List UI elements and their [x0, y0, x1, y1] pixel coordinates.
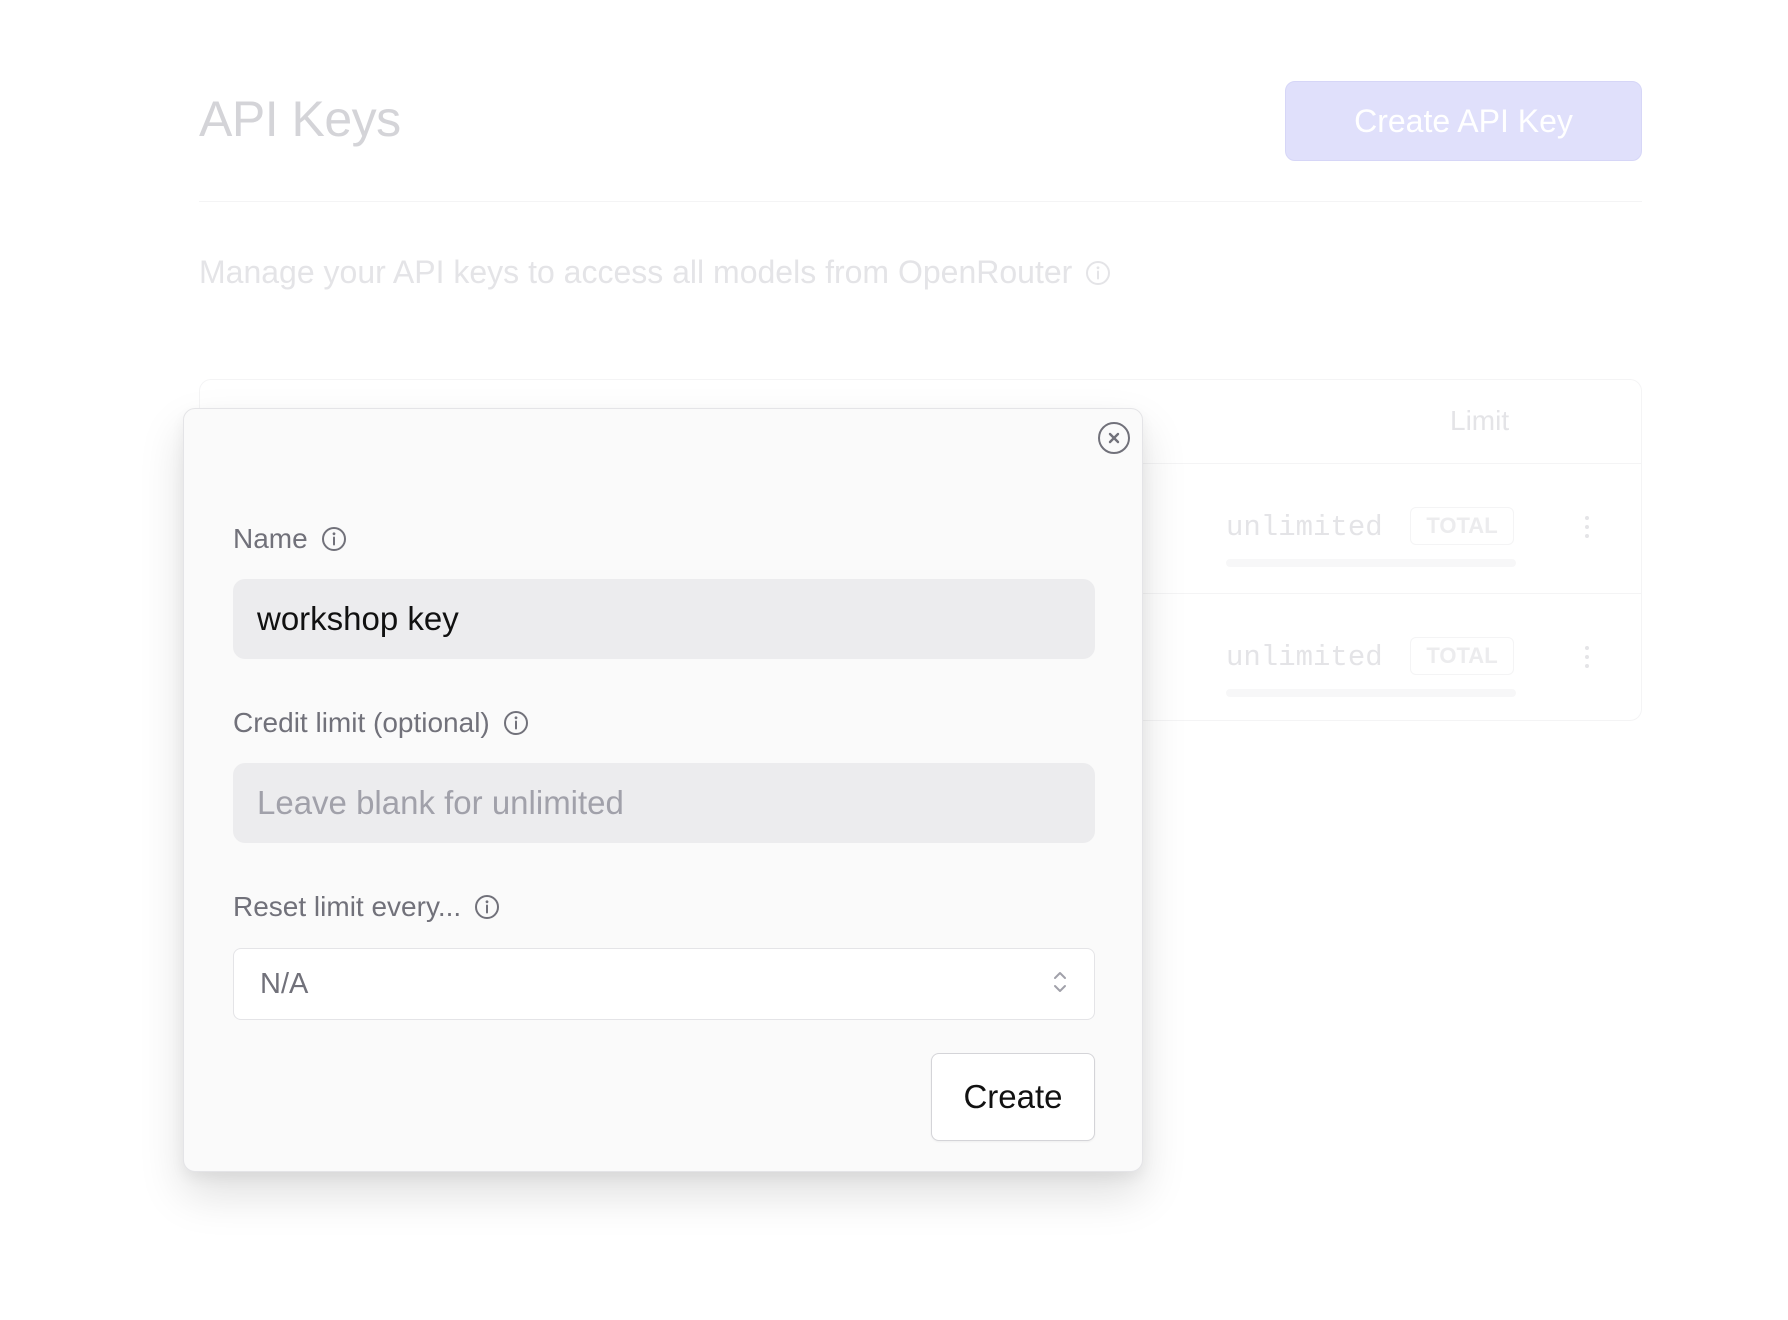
reset-limit-label-text: Reset limit every...: [233, 891, 462, 922]
reset-limit-label: Reset limit every...: [233, 891, 501, 923]
row-usage-bar: [1226, 559, 1516, 567]
row-limit-type-badge: TOTAL: [1410, 637, 1514, 675]
info-icon[interactable]: [320, 525, 348, 553]
row-limit-type-badge: TOTAL: [1410, 507, 1514, 545]
page-title: API Keys: [199, 91, 401, 147]
credit-limit-input[interactable]: [233, 763, 1095, 843]
page-subtitle-text: Manage your API keys to access all model…: [199, 254, 1073, 290]
page-subtitle: Manage your API keys to access all model…: [199, 254, 1112, 291]
name-input[interactable]: [233, 579, 1095, 659]
column-header-limit: Limit: [1450, 405, 1510, 436]
row-menu-icon[interactable]: [1582, 516, 1592, 538]
chevron-up-down-icon: [1052, 969, 1068, 1000]
credit-limit-label: Credit limit (optional): [233, 707, 530, 739]
row-limit-value: unlimited: [1226, 511, 1383, 544]
title-divider: [199, 201, 1642, 202]
info-icon[interactable]: [502, 709, 530, 737]
row-usage-bar: [1226, 689, 1516, 697]
reset-limit-value: N/A: [260, 967, 309, 1000]
name-label: Name: [233, 523, 348, 555]
row-limit-value: unlimited: [1226, 641, 1383, 674]
create-api-key-button[interactable]: Create API Key: [1285, 81, 1642, 161]
reset-limit-select[interactable]: N/A: [233, 948, 1095, 1020]
close-icon[interactable]: [1098, 422, 1130, 454]
name-label-text: Name: [233, 523, 308, 554]
row-menu-icon[interactable]: [1582, 646, 1592, 668]
info-icon[interactable]: [1084, 259, 1112, 287]
create-button[interactable]: Create: [931, 1053, 1095, 1141]
info-icon[interactable]: [473, 893, 501, 921]
create-key-modal: Name Credit limit (optional) Reset limit…: [183, 408, 1143, 1172]
page: API Keys Create API Key Manage your API …: [0, 0, 1788, 1320]
credit-limit-label-text: Credit limit (optional): [233, 707, 490, 738]
